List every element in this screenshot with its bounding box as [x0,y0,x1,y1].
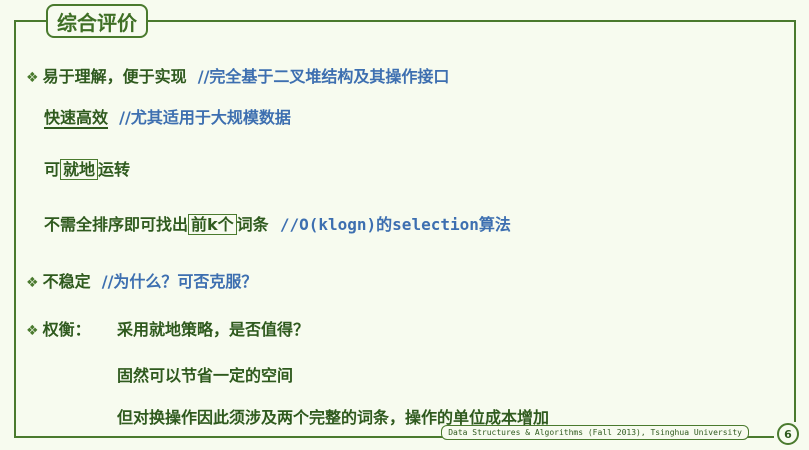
item-fast-text: 快速高效 [44,108,109,129]
diamond-bullet-icon: ❖ [26,275,39,291]
footer-credit: Data Structures & Algorithms (Fall 2013)… [441,425,749,440]
item-tradeoff-text: 采用就地策略，是否值得？ [117,320,310,339]
item-topk-boxed: 前k个 [188,214,237,235]
item-easy-text: 易于理解，便于实现 [42,67,187,86]
item-topk-post: 词条 [236,215,269,234]
item-tradeoff-label: 权衡： [42,320,91,339]
item-topk-comment-post: 算法 [478,215,511,234]
item-topk-comment-pre: //O(klogn)的 [279,215,393,234]
item-inplace-boxed: 就地 [60,159,99,180]
item-topk-comment-code: selection [392,215,479,234]
diamond-bullet-icon: ❖ [26,323,39,339]
item-easy-comment: //完全基于二叉堆结构及其操作接口 [197,67,450,86]
page-number: 6 [777,423,799,445]
slide-title: 综合评价 [46,4,148,38]
item-unstable-comment: //为什么？可否克服？ [101,272,258,291]
item-topk: 不需全排序即可找出 前k个 词条 //O(klogn)的selection算法 [44,214,511,235]
item-fast: 快速高效 //尤其适用于大规模数据 [44,108,291,129]
frame-right-line [794,20,796,422]
item-inplace-post: 运转 [98,160,131,179]
item-tradeoff: ❖ 权衡： [26,320,91,341]
item-unstable: ❖ 不稳定 //为什么？可否克服？ [26,272,257,293]
frame-left-line [14,20,16,438]
item-fast-comment: //尤其适用于大规模数据 [119,108,291,127]
item-easy: ❖ 易于理解，便于实现 //完全基于二叉堆结构及其操作接口 [26,67,449,88]
item-inplace-pre: 可 [44,160,61,179]
item-topk-pre: 不需全排序即可找出 [44,215,189,234]
item-inplace: 可就地 运转 [44,159,131,180]
item-save-space: 固然可以节省一定的空间 [117,366,294,385]
diamond-bullet-icon: ❖ [26,70,39,86]
item-unstable-text: 不稳定 [42,272,91,291]
